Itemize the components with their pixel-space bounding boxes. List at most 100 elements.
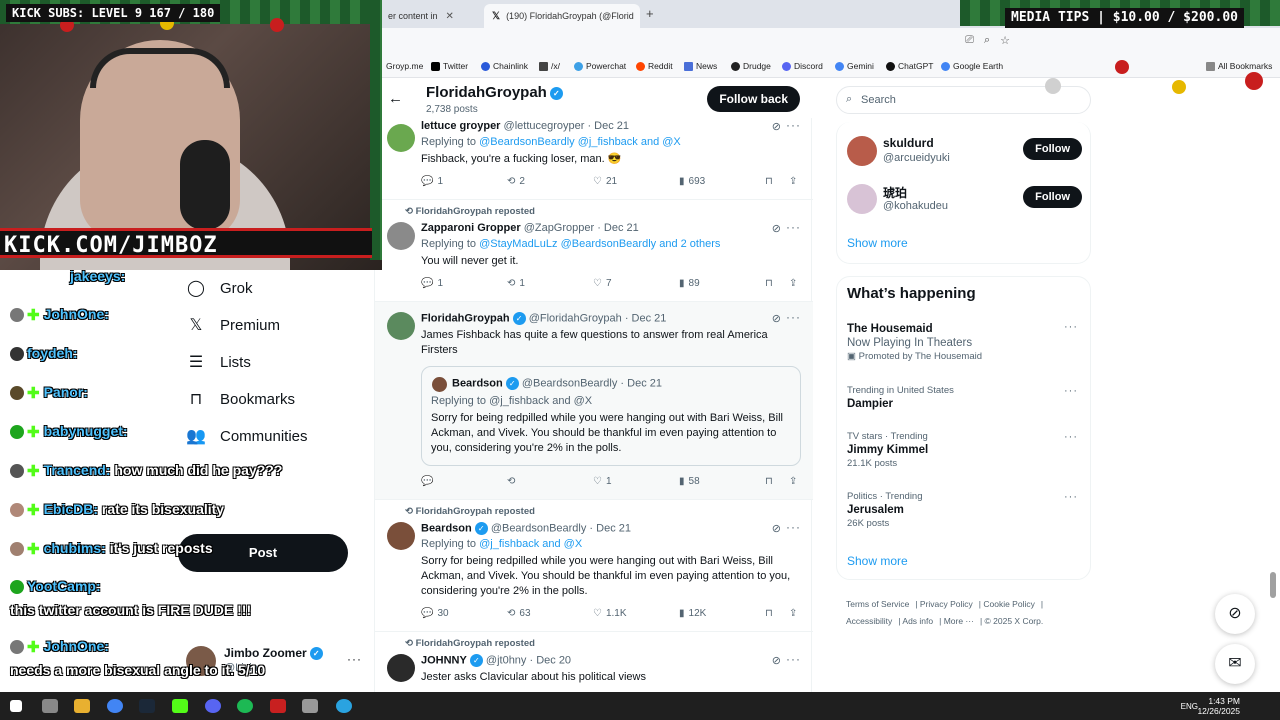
author-handle[interactable]: @lettucegroyper · Dec 21 xyxy=(504,120,630,132)
like-button[interactable]: ♡ 1 xyxy=(593,476,612,487)
telegram-icon[interactable] xyxy=(336,699,352,713)
bookmark-google-earth[interactable]: Google Earth xyxy=(941,61,1003,71)
repost-button[interactable]: ⟲ 2 xyxy=(507,176,525,187)
more-icon[interactable]: ··· xyxy=(786,118,801,132)
footer-link[interactable]: More ··· xyxy=(944,616,974,626)
bookmark-powerchat[interactable]: Powerchat xyxy=(574,61,626,71)
grok-icon[interactable]: ⊘ xyxy=(772,522,781,535)
reply-mentions[interactable]: @StayMadLuLz @BeardsonBeardly and 2 othe… xyxy=(479,238,720,250)
chrome-icon[interactable] xyxy=(107,699,123,713)
trend-item[interactable]: Politics · Trending Jerusalem 26K posts … xyxy=(847,491,1082,529)
language-indicator[interactable]: ENG xyxy=(1181,702,1198,711)
share-button[interactable]: ⇪ xyxy=(789,176,797,187)
bookmark-twitter[interactable]: Twitter xyxy=(431,61,468,71)
bookmark-button[interactable]: ⊓ xyxy=(765,176,773,187)
grok-icon[interactable]: ⊘ xyxy=(772,120,781,133)
more-icon[interactable]: ··· xyxy=(1064,385,1078,397)
grok-icon[interactable]: ⊘ xyxy=(772,222,781,235)
grok-icon[interactable]: ⊘ xyxy=(772,312,781,325)
spotify-icon[interactable] xyxy=(237,699,253,713)
footer-link[interactable]: Terms of Service xyxy=(846,599,909,609)
close-icon[interactable]: ✕ xyxy=(446,11,454,22)
bookmark-reddit[interactable]: Reddit xyxy=(636,61,673,71)
suggestion-name[interactable]: 琥珀 xyxy=(883,184,907,201)
file-explorer-icon[interactable] xyxy=(74,699,90,713)
browser-tab-active[interactable]: 𝕏 (190) FloridahGroypah (@Florid ✕ xyxy=(484,4,640,28)
bookmark-button[interactable]: ⊓ xyxy=(765,476,773,487)
author-name[interactable]: JOHNNY xyxy=(421,654,467,666)
share-button[interactable]: ⇪ xyxy=(789,476,797,487)
show-more-link[interactable]: Show more xyxy=(847,236,908,250)
repost-button[interactable]: ⟲ xyxy=(507,476,519,487)
like-button[interactable]: ♡ 7 xyxy=(593,278,612,289)
reply-button[interactable]: 💬 xyxy=(421,476,437,487)
install-icon[interactable]: ⎚ xyxy=(965,34,974,47)
discord-icon[interactable] xyxy=(205,699,221,713)
bookmark-x[interactable]: /x/ xyxy=(539,61,560,71)
tweet[interactable]: ⟲ FloridahGroypah reposted Beardson ✓ @Be… xyxy=(375,500,813,632)
author-name[interactable]: Beardson xyxy=(421,522,472,534)
bookmark-news[interactable]: News xyxy=(684,61,717,71)
reply-button[interactable]: 💬 1 xyxy=(421,278,443,289)
more-icon[interactable]: ··· xyxy=(786,310,801,324)
bookmark-discord[interactable]: Discord xyxy=(782,61,823,71)
more-icon[interactable]: ··· xyxy=(1064,431,1078,443)
repost-label[interactable]: FloridahGroypah reposted xyxy=(416,206,535,217)
more-icon[interactable]: ··· xyxy=(786,520,801,534)
bookmark-gemini[interactable]: Gemini xyxy=(835,61,874,71)
reply-button[interactable]: 💬 30 xyxy=(421,608,449,619)
footer-link[interactable]: Accessibility xyxy=(846,616,892,626)
follow-button[interactable]: Follow xyxy=(1023,138,1082,160)
zoom-icon[interactable]: ⌕ xyxy=(984,34,990,47)
follow-back-button[interactable]: Follow back xyxy=(707,86,800,112)
avatar[interactable] xyxy=(387,522,415,550)
tweet[interactable]: FloridahGroypah ✓ @FloridahGroypah · Dec … xyxy=(375,302,813,500)
bookmark-all[interactable]: All Bookmarks xyxy=(1206,61,1272,71)
tweet[interactable]: ⟲ FloridahGroypah reposted Zapparoni Gro… xyxy=(375,200,813,302)
follow-suggestion[interactable]: skuldurd @arcueidyuki Follow xyxy=(847,134,1082,170)
footer-link[interactable]: Cookie Policy xyxy=(983,599,1035,609)
grok-icon[interactable]: ⊘ xyxy=(772,654,781,667)
author-handle[interactable]: @BeardsonBeardly · Dec 21 xyxy=(491,522,631,534)
browser-tab[interactable]: er content in ✕ xyxy=(380,4,484,28)
avatar[interactable] xyxy=(387,312,415,340)
avatar[interactable] xyxy=(847,184,877,214)
scrollbar[interactable] xyxy=(1270,572,1276,598)
show-more-link[interactable]: Show more xyxy=(847,554,908,568)
footer-link[interactable]: Privacy Policy xyxy=(920,599,973,609)
follow-suggestion[interactable]: 琥珀 @kohakudeu Follow xyxy=(847,182,1082,218)
trend-item[interactable]: Trending in United States Dampier ··· xyxy=(847,385,1082,410)
repost-button[interactable]: ⟲ 1 xyxy=(507,278,525,289)
messages-button[interactable]: ✉ xyxy=(1215,644,1255,684)
app-icon[interactable] xyxy=(302,699,318,713)
author-handle[interactable]: @jt0hny · Dec 20 xyxy=(486,654,571,666)
avatar[interactable] xyxy=(387,654,415,682)
more-icon[interactable]: ··· xyxy=(1064,321,1078,333)
views-button[interactable]: ▮ 89 xyxy=(679,278,700,289)
views-button[interactable]: ▮ 693 xyxy=(679,176,705,187)
kick-icon[interactable] xyxy=(172,699,188,713)
reply-mentions[interactable]: @j_fishback and @X xyxy=(479,538,582,550)
repost-label[interactable]: FloridahGroypah reposted xyxy=(416,506,535,517)
author-name[interactable]: Zapparoni Gropper xyxy=(421,222,521,234)
bookmark-button[interactable]: ⊓ xyxy=(765,278,773,289)
start-icon[interactable] xyxy=(10,700,22,712)
new-tab-button[interactable]: + xyxy=(646,6,654,21)
quoted-tweet[interactable]: Beardson ✓ @BeardsonBeardly · Dec 21 Repl… xyxy=(421,366,801,466)
tweet[interactable]: ⟲ FloridahGroypah reposted JOHNNY ✓ @jt0h… xyxy=(375,632,813,692)
repost-button[interactable]: ⟲ 63 xyxy=(507,608,531,619)
views-button[interactable]: ▮ 12K xyxy=(679,608,706,619)
reply-button[interactable]: 💬 1 xyxy=(421,176,443,187)
bookmark-groyp[interactable]: Groyp.me xyxy=(386,61,423,71)
avatar[interactable] xyxy=(847,136,877,166)
author-name[interactable]: FloridahGroypah xyxy=(421,312,510,324)
task-view-icon[interactable] xyxy=(42,699,58,713)
bookmark-chainlink[interactable]: Chainlink xyxy=(481,61,528,71)
bookmark-drudge[interactable]: Drudge xyxy=(731,61,771,71)
avatar[interactable] xyxy=(387,222,415,250)
more-icon[interactable]: ··· xyxy=(1064,491,1078,503)
like-button[interactable]: ♡ 1.1K xyxy=(593,608,627,619)
follow-button[interactable]: Follow xyxy=(1023,186,1082,208)
share-button[interactable]: ⇪ xyxy=(789,608,797,619)
app-icon[interactable] xyxy=(270,699,286,713)
